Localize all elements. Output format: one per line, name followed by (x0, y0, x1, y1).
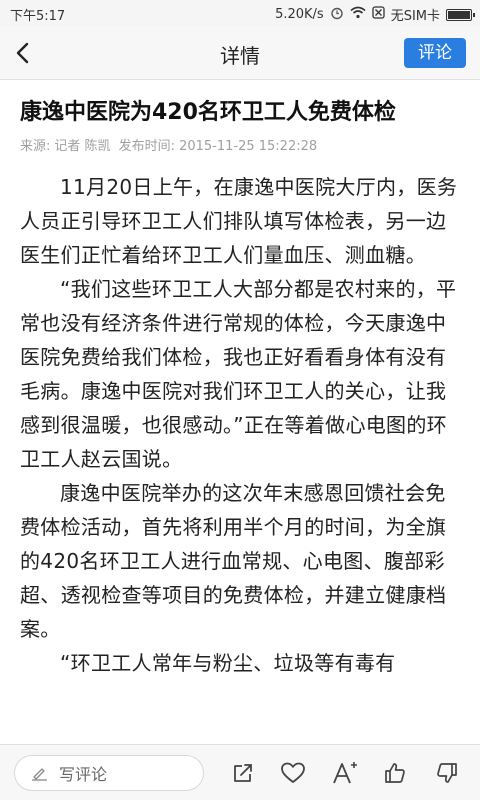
like-button[interactable] (380, 758, 410, 788)
no-sim-icon (372, 6, 385, 23)
publish-time: 2015-11-25 15:22:28 (179, 139, 318, 154)
article-body: 11月20日上午，在康逸中医院大厅内，医务人员正引导环卫工人们排队填写体检表，另… (20, 170, 460, 680)
paragraph: 康逸中医院举办的这次年末感恩回馈社会免费体检活动，首先将利用半个月的时间，为全旗… (20, 481, 447, 641)
paragraph: 11月20日上午，在康逸中医院大厅内，医务人员正引导环卫工人们排队填写体检表，另… (20, 175, 458, 267)
article-content[interactable]: 康逸中医院为420名环卫工人免费体检 来源: 记者 陈凯 发布时间: 2015-11… (0, 80, 480, 744)
paragraph: “环卫工人常年与粉尘、垃圾等有毒有 (60, 651, 396, 675)
battery-icon (446, 8, 475, 21)
comment-input[interactable]: 写评论 (14, 755, 204, 791)
status-bar: 下午5:17 5.20K/s 无SIM卡 (0, 0, 480, 26)
status-time: 下午5:17 (10, 9, 66, 24)
alarm-icon (330, 6, 344, 24)
source-label: 来源: (20, 139, 51, 154)
share-button[interactable] (228, 758, 258, 788)
status-right: 5.20K/s 无SIM卡 (275, 5, 475, 24)
reporter: 记者 陈凯 (54, 139, 111, 154)
wifi-icon (350, 6, 366, 23)
font-size-button[interactable] (330, 758, 360, 788)
favorite-button[interactable] (278, 758, 308, 788)
sim-status: 无SIM卡 (390, 9, 440, 24)
share-icon (234, 764, 252, 782)
network-speed: 5.20K/s (275, 7, 324, 22)
publish-label: 发布时间: (118, 139, 176, 154)
bottom-toolbar: 写评论 (0, 744, 480, 800)
comment-placeholder: 写评论 (59, 765, 108, 784)
dislike-button[interactable] (432, 758, 462, 788)
paragraph: “我们这些环卫工人大部分都是农村来的，平常也没有经济条件进行常规的体检，今天康逸… (20, 277, 457, 471)
navigation-bar: 详情 评论 (0, 26, 480, 80)
thumbs-down-icon (437, 763, 457, 783)
article-title: 康逸中医院为420名环卫工人免费体检 (20, 100, 396, 125)
comment-button[interactable]: 评论 (404, 38, 466, 68)
pencil-icon (32, 768, 47, 781)
font-size-icon (333, 762, 357, 784)
favorite-icon (281, 762, 305, 783)
thumbs-up-icon (385, 763, 405, 783)
article-meta: 来源: 记者 陈凯 发布时间: 2015-11-25 15:22:28 (20, 138, 460, 156)
